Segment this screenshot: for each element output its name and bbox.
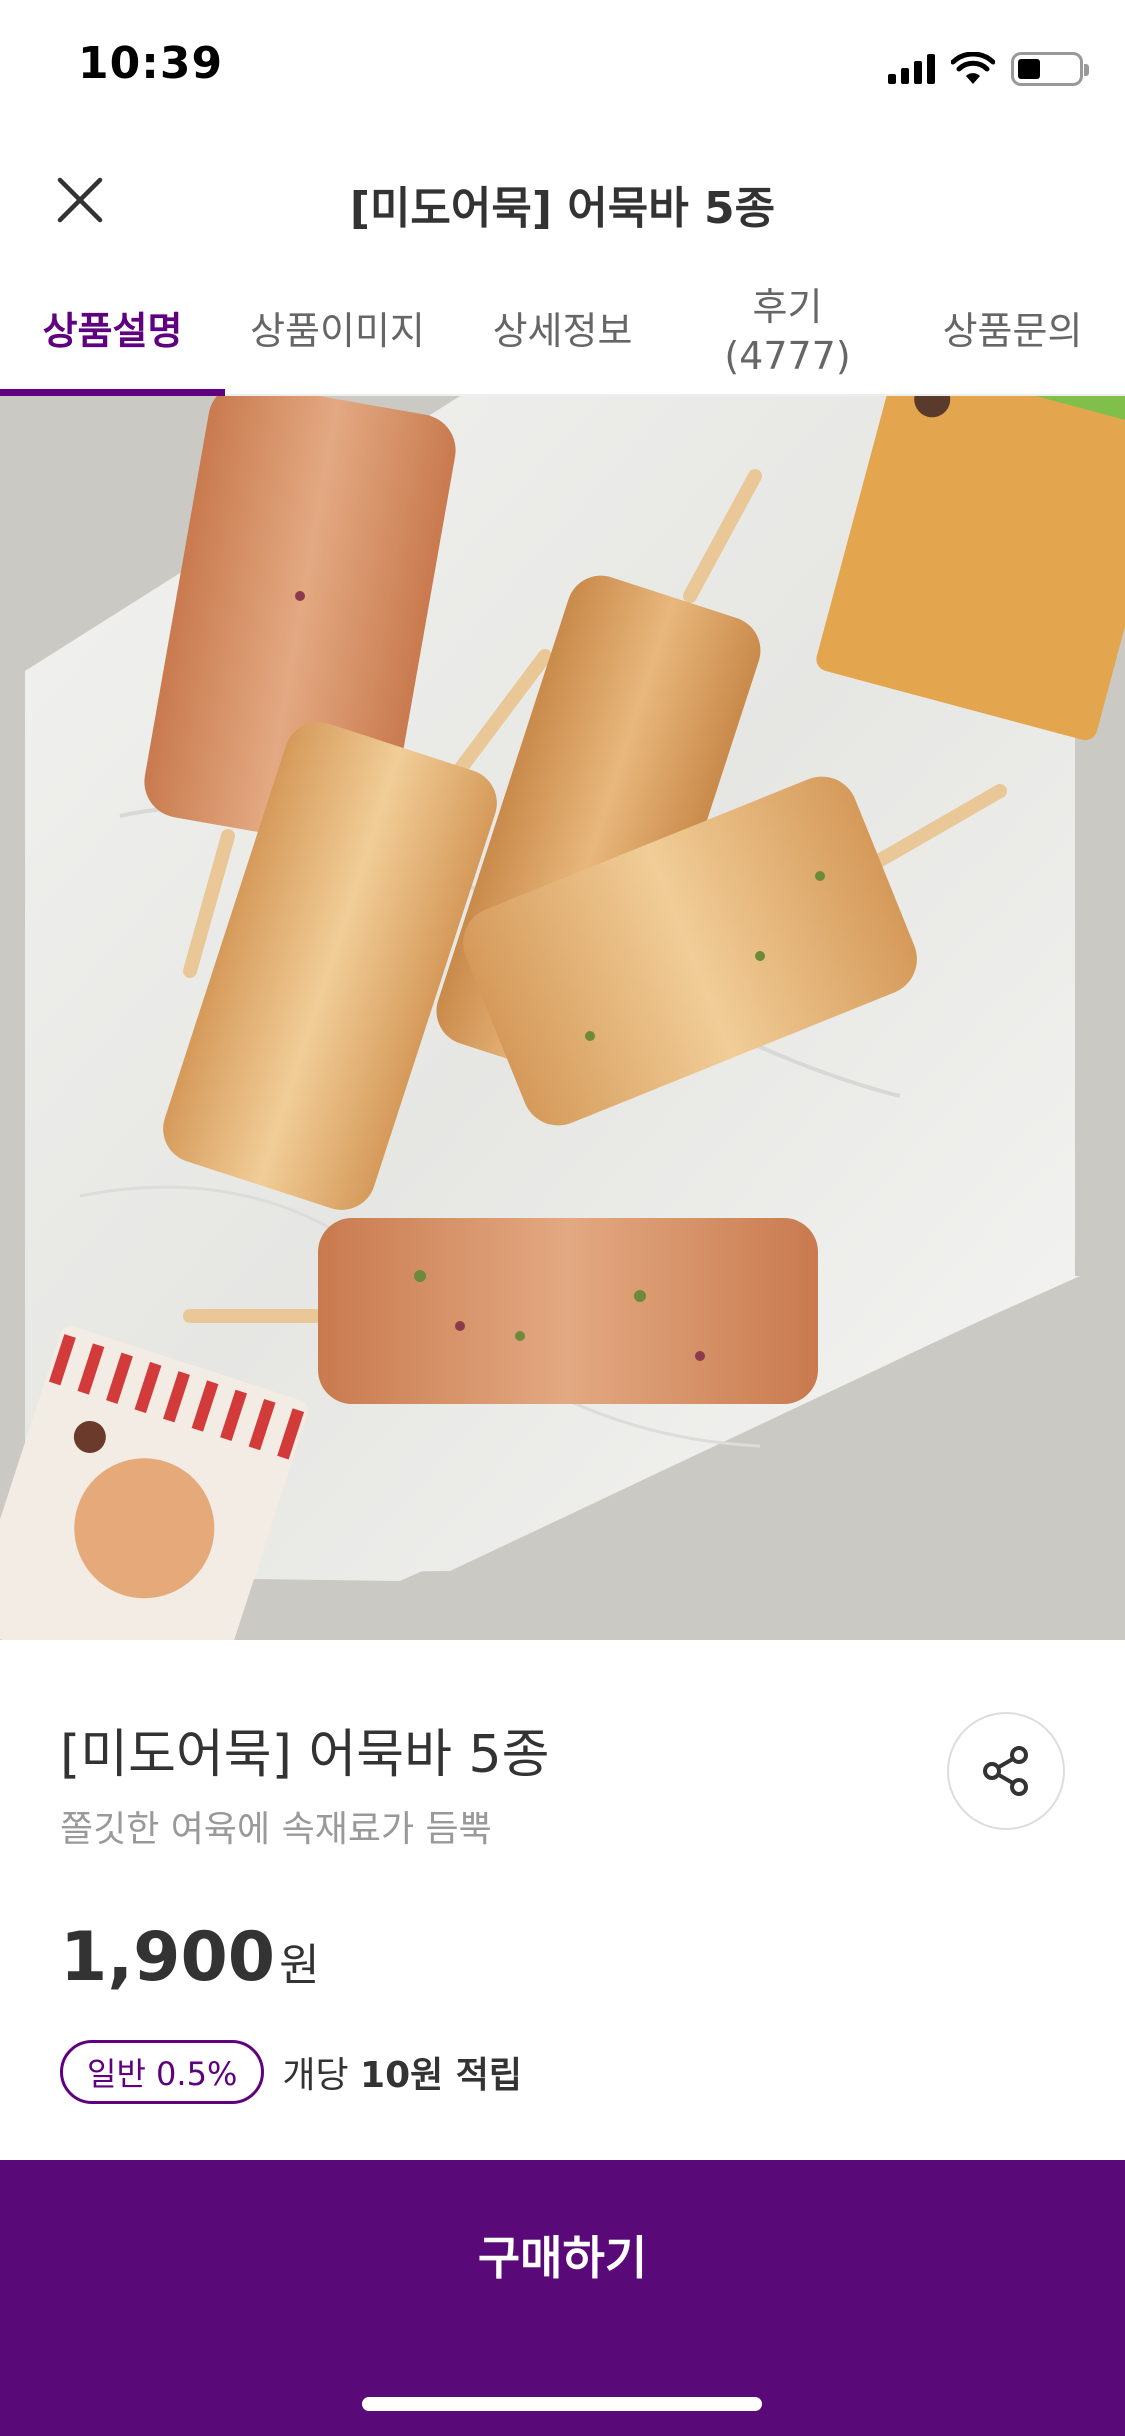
tab-product-inquiry[interactable]: 상품문의 xyxy=(900,270,1125,394)
buy-button[interactable]: 구매하기 xyxy=(0,2200,1125,2310)
product-name: [미도어묵] 어묵바 5종 xyxy=(60,1725,550,1785)
header: [미도어묵] 어묵바 5종 xyxy=(0,150,1125,250)
points-text: 개당 10원 적립 xyxy=(282,2046,522,2098)
wifi-icon xyxy=(951,52,995,84)
status-icons xyxy=(888,48,1089,90)
home-indicator[interactable] xyxy=(362,2397,762,2411)
product-image xyxy=(0,396,1125,1640)
tab-detail-info[interactable]: 상세정보 xyxy=(450,270,675,394)
product-info: [미도어묵] 어묵바 5종 쫄깃한 여육에 속재료가 듬뿍 1,900 원 일반… xyxy=(0,1640,1125,2160)
product-description: 쫄깃한 여육에 속재료가 듬뿍 xyxy=(60,1809,492,1850)
tab-label: 상품이미지 xyxy=(250,309,425,354)
status-bar: 10:39 xyxy=(0,0,1125,132)
page-title: [미도어묵] 어묵바 5종 xyxy=(349,183,776,234)
battery-icon xyxy=(1011,52,1089,86)
share-button[interactable] xyxy=(947,1712,1065,1830)
tab-label: 상세정보 xyxy=(492,309,633,354)
signal-icon xyxy=(888,54,935,84)
price-row: 1,900 원 xyxy=(60,1918,320,1997)
product-photo-illustration xyxy=(0,396,1125,1640)
tab-product-description[interactable]: 상품설명 xyxy=(0,270,225,396)
price-unit: 원 xyxy=(279,1940,320,1991)
share-icon xyxy=(983,1746,1028,1796)
tab-bar: 상품설명 상품이미지 상세정보 후기 (4777) 상품문의 xyxy=(0,270,1125,396)
points-row: 일반 0.5% 개당 10원 적립 xyxy=(60,2040,522,2104)
status-time: 10:39 xyxy=(78,38,224,89)
points-value: 10원 적립 xyxy=(360,2055,523,2096)
membership-badge: 일반 0.5% xyxy=(60,2040,265,2104)
price-value: 1,900 xyxy=(60,1918,276,1997)
tab-label: 상품문의 xyxy=(942,309,1083,354)
buy-bar: 구매하기 xyxy=(0,2160,1125,2436)
points-prefix: 개당 xyxy=(282,2055,361,2096)
tab-reviews[interactable]: 후기 (4777) xyxy=(675,270,900,394)
tab-product-images[interactable]: 상품이미지 xyxy=(225,270,450,394)
tab-label: 후기 (4777) xyxy=(724,284,851,378)
tab-label: 상품설명 xyxy=(42,309,183,354)
